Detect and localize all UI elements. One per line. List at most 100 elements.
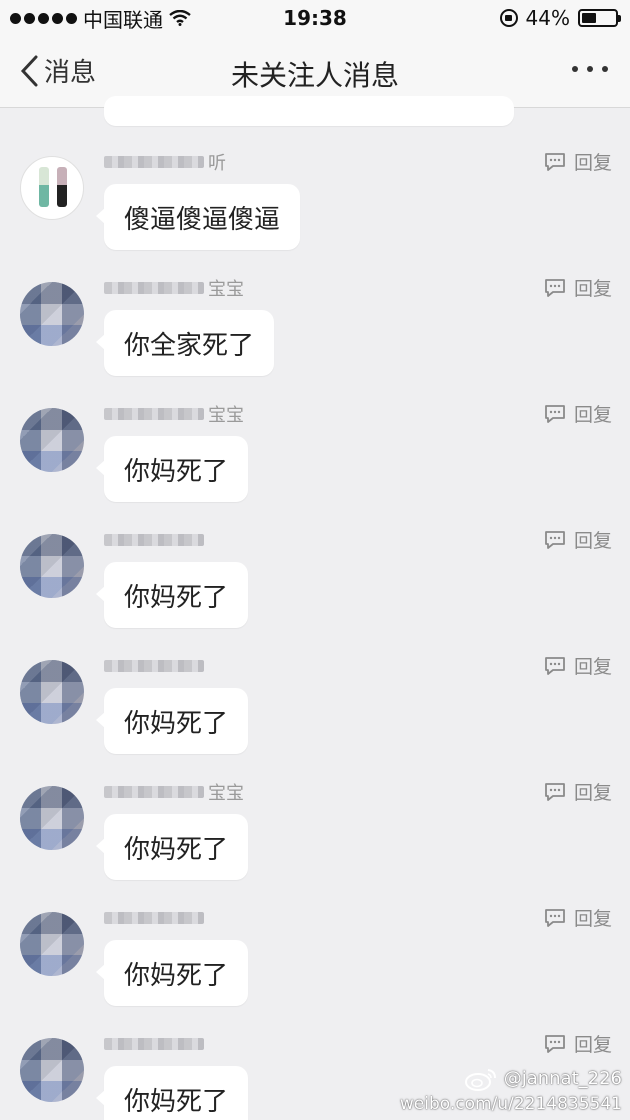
pixelation [20, 1038, 84, 1102]
reply-label: 回复 [573, 530, 612, 552]
reply-button[interactable]: 回复 [544, 652, 612, 679]
sender-name-suffix: 听 [208, 153, 226, 174]
sender-name[interactable] [104, 530, 208, 550]
avatar[interactable] [20, 534, 84, 598]
blurred-username [104, 912, 204, 924]
status-time: 19:38 [283, 6, 347, 30]
avatar[interactable] [20, 660, 84, 724]
avatar[interactable] [20, 156, 84, 220]
reply-button[interactable]: 回复 [544, 274, 612, 301]
blurred-username [104, 282, 204, 294]
comment-icon [545, 278, 565, 297]
reply-label: 回复 [573, 152, 612, 174]
pixelation [20, 534, 84, 598]
message-bubble[interactable]: 你妈死了 [95, 940, 249, 1006]
sender-name[interactable]: 宝宝 [104, 404, 244, 426]
more-options-button[interactable] [572, 66, 608, 72]
message-text: 你妈死了 [124, 582, 229, 613]
pixelation [20, 912, 84, 976]
comment-icon [545, 530, 565, 549]
reply-button[interactable]: 回复 [544, 778, 612, 805]
message-text: 你妈死了 [124, 708, 229, 739]
message-text: 你妈死了 [124, 960, 229, 991]
avatar[interactable] [20, 912, 84, 976]
sender-name[interactable]: 听 [104, 152, 226, 174]
blurred-username [104, 1038, 204, 1050]
sender-name[interactable] [104, 908, 208, 928]
blurred-username [104, 660, 204, 672]
battery-icon [578, 9, 621, 27]
reply-label: 回复 [573, 278, 612, 300]
message-item[interactable]: 回复你妈死了 [0, 882, 630, 1008]
blurred-username [104, 408, 204, 420]
figure [57, 167, 67, 207]
status-bar: 中国联通 19:38 44% [0, 0, 630, 36]
more-dot-icon [602, 66, 608, 72]
pixelation [20, 786, 84, 850]
message-bubble[interactable]: 你全家死了 [95, 310, 275, 376]
reply-button[interactable]: 回复 [544, 1030, 612, 1057]
message-item[interactable]: 回复你妈死了 [0, 504, 630, 630]
status-left: 中国联通 [10, 4, 191, 33]
reply-button[interactable]: 回复 [544, 400, 612, 427]
status-right: 44% [499, 6, 621, 30]
carrier-label: 中国联通 [83, 7, 163, 32]
avatar[interactable] [20, 408, 84, 472]
avatar[interactable] [20, 1038, 84, 1102]
page-title: 未关注人消息 [230, 59, 399, 92]
message-bubble[interactable]: 你妈死了 [95, 562, 249, 628]
sender-name[interactable]: 宝宝 [104, 782, 244, 804]
pixelation [20, 660, 84, 724]
wifi-icon [169, 10, 191, 26]
reply-label: 回复 [573, 656, 612, 678]
pixelation [20, 408, 84, 472]
more-dot-icon [572, 66, 578, 72]
sender-name-suffix: 宝宝 [208, 783, 244, 804]
message-text: 你妈死了 [124, 456, 229, 487]
message-item[interactable]: 回复你妈死了 [0, 630, 630, 756]
avatar[interactable] [20, 786, 84, 850]
sender-name[interactable]: 宝宝 [104, 278, 244, 300]
message-item[interactable]: 宝宝 回复你全家死了 [0, 252, 630, 378]
reply-button[interactable]: 回复 [544, 904, 612, 931]
comment-icon [545, 404, 565, 423]
blurred-username [104, 156, 204, 168]
reply-button[interactable]: 回复 [544, 526, 612, 553]
reply-label: 回复 [573, 908, 612, 930]
comment-icon [545, 782, 565, 801]
message-item[interactable]: 宝宝 回复你妈死了 [0, 756, 630, 882]
message-item[interactable]: 听 回复傻逼傻逼傻逼 [0, 126, 630, 252]
comment-icon [545, 152, 565, 171]
message-bubble[interactable]: 你妈死了 [95, 688, 249, 754]
avatar[interactable] [20, 282, 84, 346]
watermark-url: weibo.com/u/2214835541 [399, 1094, 622, 1114]
more-dot-icon [587, 66, 593, 72]
message-bubble[interactable]: 傻逼傻逼傻逼 [95, 184, 301, 250]
message-text: 你妈死了 [124, 1086, 229, 1117]
battery-fill [582, 13, 597, 23]
weibo-logo-icon [464, 1069, 496, 1091]
reply-button[interactable]: 回复 [544, 148, 612, 175]
message-item[interactable]: 宝宝 回复你妈死了 [0, 378, 630, 504]
watermark-handle: @jannat_226 [503, 1068, 622, 1089]
signal-strength-icon [10, 12, 77, 24]
sender-name[interactable] [104, 1034, 208, 1054]
figure [39, 167, 49, 207]
reply-label: 回复 [573, 1034, 612, 1056]
message-bubble[interactable]: 你妈死了 [95, 814, 249, 880]
comment-icon [545, 1034, 565, 1053]
message-text: 你全家死了 [124, 330, 255, 361]
blurred-username [104, 786, 204, 798]
sender-name[interactable] [104, 656, 208, 676]
reply-label: 回复 [573, 782, 612, 804]
message-text: 你妈死了 [124, 834, 229, 865]
message-text: 傻逼傻逼傻逼 [124, 204, 281, 235]
message-bubble[interactable]: 你妈死了 [95, 436, 249, 502]
comment-icon [545, 908, 565, 927]
rotation-lock-icon [499, 9, 518, 27]
reply-label: 回复 [573, 404, 612, 426]
sender-name-suffix: 宝宝 [208, 279, 244, 300]
weibo-watermark: @jannat_226 weibo.com/u/2214835541 [400, 1066, 622, 1116]
message-bubble[interactable]: 你妈死了 [95, 1066, 249, 1120]
blurred-username [104, 534, 204, 546]
